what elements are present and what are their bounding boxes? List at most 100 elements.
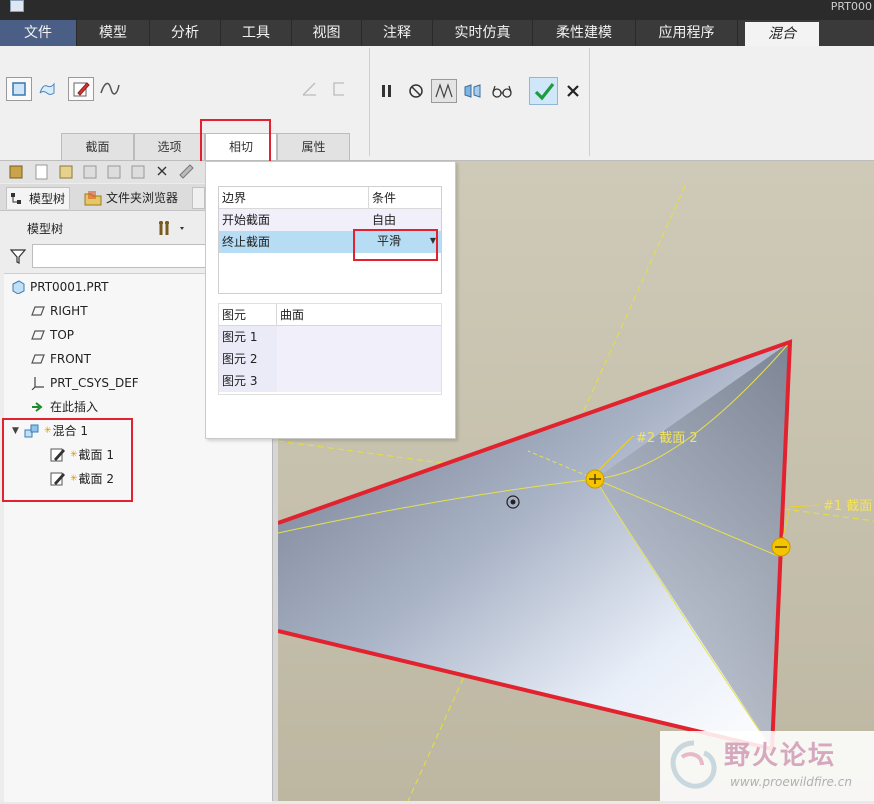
col-header-element: 图元 bbox=[219, 304, 277, 326]
boundary-end-cell[interactable]: 终止截面 bbox=[219, 231, 369, 253]
spline-icon bbox=[100, 82, 120, 95]
tree-item-part[interactable]: PRT0001.PRT bbox=[10, 276, 108, 298]
condition-end-value: 平滑 bbox=[375, 231, 427, 251]
tree-item-section1[interactable]: ✳ 截面 1 bbox=[50, 444, 114, 466]
feature-preview-icon bbox=[464, 84, 481, 98]
pause-icon bbox=[382, 85, 391, 97]
element-row-3[interactable]: 图元 3 bbox=[219, 370, 277, 392]
no-preview-icon bbox=[409, 84, 423, 98]
surface-cell-3[interactable] bbox=[277, 370, 441, 392]
title-bar bbox=[0, 0, 874, 20]
surface-icon bbox=[39, 82, 55, 95]
menu-view[interactable]: 视图 bbox=[292, 20, 362, 46]
solid-button[interactable] bbox=[6, 77, 32, 101]
close-icon bbox=[567, 85, 579, 97]
bracket-button[interactable] bbox=[326, 77, 352, 101]
tree-toolbar bbox=[0, 161, 205, 183]
geometry-preview-icon bbox=[435, 83, 453, 99]
tab-model-tree-label: 模型树 bbox=[29, 192, 66, 206]
tangency-panel: 边界 条件 开始截面 自由 终止截面 平滑 ▼ 图元 曲面 图元 1 图元 2 … bbox=[205, 161, 456, 439]
surface-cell-2[interactable] bbox=[277, 348, 441, 370]
watermark-logo bbox=[670, 740, 717, 789]
tree-item-top[interactable]: TOP bbox=[30, 324, 74, 346]
new-feature-star-icon: ✳ bbox=[70, 450, 78, 460]
tab-folder-browser-label: 文件夹浏览器 bbox=[106, 191, 179, 205]
menu-tools[interactable]: 工具 bbox=[221, 20, 292, 46]
ribbon-separator bbox=[369, 48, 370, 156]
app-icon bbox=[10, 0, 24, 12]
folder-icon bbox=[84, 191, 102, 206]
tab-model-tree[interactable]: 模型树 bbox=[6, 187, 70, 209]
element-row-1[interactable]: 图元 1 bbox=[219, 326, 277, 348]
menu-analysis[interactable]: 分析 bbox=[150, 20, 221, 46]
datum-plane-icon bbox=[31, 330, 45, 340]
tree-item-csys[interactable]: PRT_CSYS_DEF bbox=[30, 372, 139, 394]
menu-bar: 文件 模型 分析 工具 视图 注释 实时仿真 柔性建模 应用程序 混合 bbox=[0, 20, 874, 46]
element-table: 图元 曲面 图元 1 图元 2 图元 3 bbox=[218, 303, 442, 395]
tree-filter-input[interactable] bbox=[32, 244, 206, 268]
menu-flexible-modeling[interactable]: 柔性建模 bbox=[533, 20, 636, 46]
sketch-icon bbox=[50, 448, 65, 462]
tab-properties[interactable]: 属性 bbox=[277, 133, 350, 160]
tree-item-section2[interactable]: ✳ 截面 2 bbox=[50, 468, 114, 490]
tree-item-label: 截面 1 bbox=[78, 448, 114, 462]
element-row-2[interactable]: 图元 2 bbox=[219, 348, 277, 370]
tree-settings-icon[interactable] bbox=[158, 219, 188, 237]
model-tree-icon bbox=[11, 193, 21, 204]
sketch-button[interactable] bbox=[68, 77, 94, 101]
tree-item-label: PRT_CSYS_DEF bbox=[50, 376, 139, 390]
tree-item-label: FRONT bbox=[50, 352, 91, 366]
sketch-pencil-icon bbox=[73, 82, 90, 97]
menu-annotate[interactable]: 注释 bbox=[362, 20, 433, 46]
menu-realtime-sim[interactable]: 实时仿真 bbox=[433, 20, 533, 46]
feature-preview-button[interactable] bbox=[460, 79, 486, 103]
window-title: PRT000 bbox=[830, 0, 872, 13]
tab-sections[interactable]: 截面 bbox=[61, 133, 134, 160]
part-icon bbox=[12, 280, 25, 294]
tree-item-label: 混合 1 bbox=[52, 424, 88, 438]
sketch-icon bbox=[50, 472, 65, 486]
tree-item-insert-here[interactable]: 在此插入 bbox=[30, 396, 98, 418]
tree-item-label: TOP bbox=[50, 328, 75, 342]
new-feature-star-icon: ✳ bbox=[44, 426, 52, 436]
tab-folder-browser[interactable]: 文件夹浏览器 bbox=[78, 187, 190, 209]
surface-button[interactable] bbox=[34, 77, 60, 101]
watermark: 野火论坛 www.proewildfire.cn bbox=[660, 731, 874, 801]
pane-tabs: 模型树 文件夹浏览器 bbox=[0, 184, 205, 211]
trajectory-button[interactable] bbox=[97, 77, 123, 101]
condition-end-select[interactable]: 平滑 ▼ bbox=[369, 231, 441, 253]
cancel-button[interactable] bbox=[560, 79, 586, 103]
menu-applications[interactable]: 应用程序 bbox=[636, 20, 738, 46]
ok-button[interactable] bbox=[529, 77, 558, 105]
menu-blend-active[interactable]: 混合 bbox=[745, 22, 819, 46]
condition-start-cell[interactable]: 自由 bbox=[369, 209, 441, 231]
verify-mode-button[interactable] bbox=[489, 79, 515, 103]
checkmark-icon bbox=[534, 83, 554, 101]
tree-item-label: 截面 2 bbox=[78, 472, 114, 486]
menu-file[interactable]: 文件 bbox=[0, 20, 77, 46]
boundary-start-cell[interactable]: 开始截面 bbox=[219, 209, 369, 231]
boundary-table: 边界 条件 开始截面 自由 终止截面 平滑 ▼ bbox=[218, 186, 442, 294]
tree-toolbar-icons bbox=[9, 164, 194, 180]
tree-item-blend[interactable]: ▼ ✳ 混合 1 bbox=[12, 420, 88, 442]
menu-model[interactable]: 模型 bbox=[77, 20, 150, 46]
tree-item-front[interactable]: FRONT bbox=[30, 348, 91, 370]
filter-icon[interactable] bbox=[10, 248, 26, 264]
section2-label[interactable]: #2 截面 2 bbox=[636, 427, 698, 446]
col-header-surface: 曲面 bbox=[277, 304, 441, 326]
tree-item-right[interactable]: RIGHT bbox=[30, 300, 88, 322]
section1-label[interactable]: #1 截面 bbox=[823, 495, 872, 514]
tree-header-label: 模型树 bbox=[27, 222, 64, 236]
tab-options[interactable]: 选项 bbox=[134, 133, 205, 160]
dropdown-arrow-icon[interactable]: ▼ bbox=[427, 232, 439, 250]
tab-tangency[interactable]: 相切 bbox=[205, 133, 277, 160]
pause-button[interactable] bbox=[374, 79, 400, 103]
angle-button[interactable] bbox=[296, 77, 322, 101]
geometry-preview-button[interactable] bbox=[431, 79, 457, 103]
expand-arrow-icon[interactable]: ▼ bbox=[12, 420, 24, 442]
surface-cell-1[interactable] bbox=[277, 326, 441, 348]
tree-item-label: 在此插入 bbox=[50, 400, 99, 414]
no-preview-button[interactable] bbox=[403, 79, 429, 103]
new-feature-star-icon: ✳ bbox=[70, 474, 78, 484]
tab-more[interactable] bbox=[192, 187, 205, 209]
